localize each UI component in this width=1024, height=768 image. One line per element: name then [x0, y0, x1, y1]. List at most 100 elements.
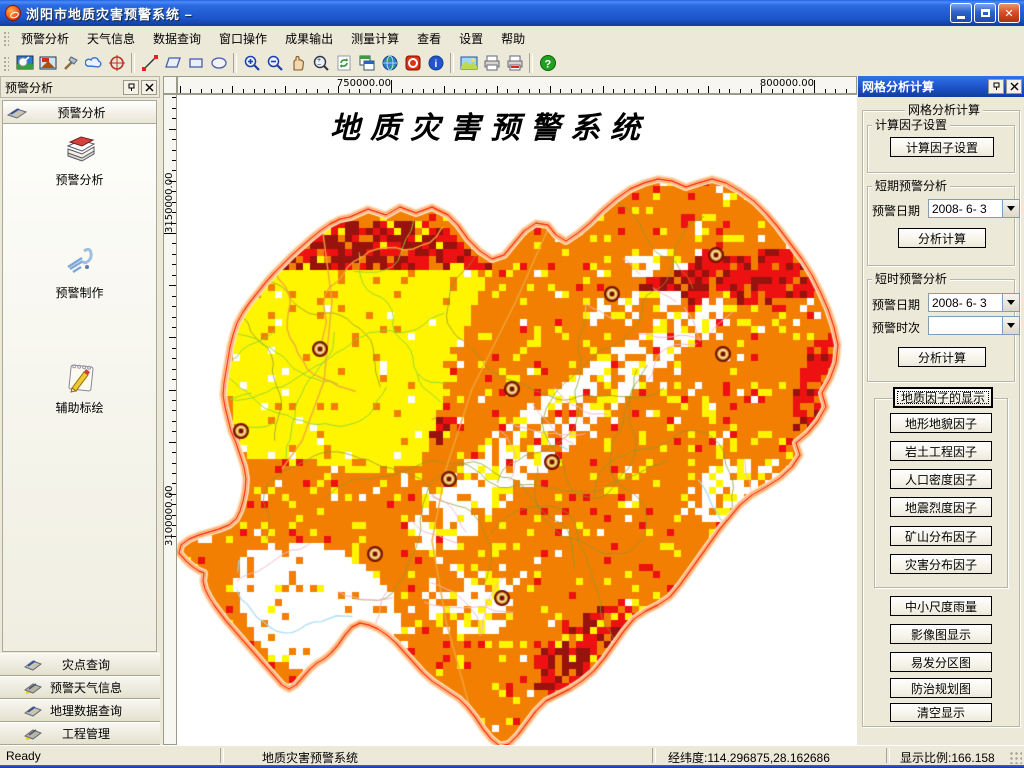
image-display-button[interactable]: 影像图显示: [890, 624, 992, 644]
close-icon[interactable]: [141, 79, 157, 95]
geotech-factor-button[interactable]: 岩土工程因子: [890, 441, 992, 461]
ruler-tick: [528, 89, 530, 93]
pin-icon[interactable]: [988, 79, 1004, 94]
zoom-in-icon[interactable]: [240, 52, 263, 74]
help-icon[interactable]: ?: [536, 52, 559, 74]
zoom-extent-icon[interactable]: + −: [309, 52, 332, 74]
stop-icon[interactable]: [401, 52, 424, 74]
web-globe-icon[interactable]: [378, 52, 401, 74]
ruler-tick: [172, 431, 176, 433]
short-term-date-combo[interactable]: 2008- 6- 3: [928, 199, 1020, 218]
mine-factor-button[interactable]: 矿山分布因子: [890, 526, 992, 546]
left-panel-header[interactable]: 预警分析: [2, 100, 157, 124]
target-tool-icon[interactable]: [105, 52, 128, 74]
section-disaster-point-query[interactable]: 灾点查询: [0, 653, 160, 676]
chevron-down-icon[interactable]: [1002, 317, 1019, 334]
hammer-tool-icon[interactable]: [59, 52, 82, 74]
warning-time-label: 预警时次: [872, 321, 921, 335]
section-warning-weather-info[interactable]: 预警天气信息: [0, 676, 160, 699]
ruler-tick: [172, 118, 176, 120]
cascade-windows-icon[interactable]: [355, 52, 378, 74]
ellipse-tool-icon[interactable]: [207, 52, 230, 74]
status-ready: Ready: [6, 749, 41, 763]
zoom-out-icon[interactable]: [263, 52, 286, 74]
short-term-analyze-button[interactable]: 分析计算: [898, 228, 986, 248]
satellite-image-icon[interactable]: [13, 52, 36, 74]
ruler-tick: [517, 89, 519, 93]
population-factor-button[interactable]: 人口密度因子: [890, 469, 992, 489]
menu-grip[interactable]: [2, 30, 9, 46]
cloud-tool-icon[interactable]: [82, 52, 105, 74]
toolbar-grip[interactable]: [2, 55, 9, 71]
ruler-tick: [172, 452, 176, 454]
polygon-tool-icon[interactable]: [161, 52, 184, 74]
short-term-group: 短期预警分析: [867, 179, 1015, 266]
ruler-tick: [164, 233, 176, 234]
minimize-button[interactable]: [950, 3, 972, 23]
section-project-management[interactable]: 工程管理: [0, 722, 160, 745]
short-term-label: 短期预警分析: [872, 179, 951, 193]
ruler-tick: [172, 514, 176, 516]
ruler-tick: [761, 86, 763, 93]
menu-weather-info[interactable]: 天气信息: [79, 27, 143, 50]
menu-warning-analysis[interactable]: 预警分析: [13, 27, 77, 50]
menu-view[interactable]: 查看: [409, 27, 449, 50]
ruler-tick: [172, 139, 176, 141]
ruler-tick: [172, 295, 176, 297]
menu-window-ops[interactable]: 窗口操作: [211, 27, 275, 50]
map-preview-icon[interactable]: [457, 52, 480, 74]
menu-data-query[interactable]: 数据查询: [145, 27, 209, 50]
ruler-tick: [172, 368, 176, 370]
print-icon[interactable]: [480, 52, 503, 74]
ruler-tick: [401, 89, 403, 93]
ruler-tick: [560, 89, 562, 93]
menu-measure-calc[interactable]: 测量计算: [343, 27, 407, 50]
map-viewport: 地质灾害预警系统: [177, 94, 857, 746]
chevron-down-icon[interactable]: [1002, 200, 1019, 217]
line-tool-icon[interactable]: [138, 52, 161, 74]
annotate-image-icon[interactable]: [36, 52, 59, 74]
calc-factor-setup-button[interactable]: 计算因子设置: [890, 137, 994, 157]
susceptibility-map-button[interactable]: 易发分区图: [890, 652, 992, 672]
rectangle-tool-icon[interactable]: [184, 52, 207, 74]
refresh-view-icon[interactable]: [332, 52, 355, 74]
short-time-times-combo[interactable]: [928, 316, 1020, 335]
earthquake-factor-button[interactable]: 地震烈度因子: [890, 497, 992, 517]
short-time-analyze-button[interactable]: 分析计算: [898, 347, 986, 367]
ruler-tick: [380, 89, 382, 93]
ruler-tick: [475, 89, 477, 93]
map-canvas[interactable]: [177, 95, 857, 746]
section-geo-data-query[interactable]: 地理数据查询: [0, 699, 160, 722]
resize-grip[interactable]: [1009, 751, 1022, 764]
tool-warning-analysis[interactable]: 预警分析: [3, 128, 156, 188]
close-icon[interactable]: [1006, 79, 1022, 94]
menu-help[interactable]: 帮助: [493, 27, 533, 50]
scanner-icon: [7, 105, 27, 119]
ruler-tick: [172, 420, 176, 422]
menu-settings[interactable]: 设置: [451, 27, 491, 50]
menu-result-output[interactable]: 成果输出: [277, 27, 341, 50]
map-region: 750000.00 800000.00 3150000.00 3100000.0…: [160, 76, 858, 746]
maximize-button[interactable]: [974, 3, 996, 23]
prevention-plan-button[interactable]: 防治规划图: [890, 678, 992, 698]
print-setup-icon[interactable]: [503, 52, 526, 74]
pin-icon[interactable]: [123, 79, 139, 95]
ruler-tick: [782, 89, 784, 93]
ruler-tick: [665, 89, 667, 93]
tool-aux-drawing[interactable]: 辅助标绘: [3, 356, 156, 416]
clear-display-button[interactable]: 清空显示: [890, 703, 992, 722]
ruler-tick: [792, 89, 794, 93]
chevron-down-icon[interactable]: [1002, 294, 1019, 311]
rainfall-button[interactable]: 中小尺度雨量: [890, 596, 992, 616]
ruler-tick: [602, 86, 604, 93]
geology-factor-display-button[interactable]: 地质因子的显示: [893, 387, 993, 408]
disaster-factor-button[interactable]: 灾害分布因子: [890, 554, 992, 574]
terrain-factor-button[interactable]: 地形地貌因子: [890, 413, 992, 433]
short-time-date-combo[interactable]: 2008- 6- 3: [928, 293, 1020, 312]
ruler-tick: [803, 89, 805, 93]
tool-warning-make[interactable]: 预警制作: [3, 241, 156, 301]
info-icon[interactable]: i: [424, 52, 447, 74]
pan-hand-icon[interactable]: [286, 52, 309, 74]
ruler-tick: [285, 86, 287, 93]
close-button[interactable]: ✕: [998, 3, 1020, 23]
